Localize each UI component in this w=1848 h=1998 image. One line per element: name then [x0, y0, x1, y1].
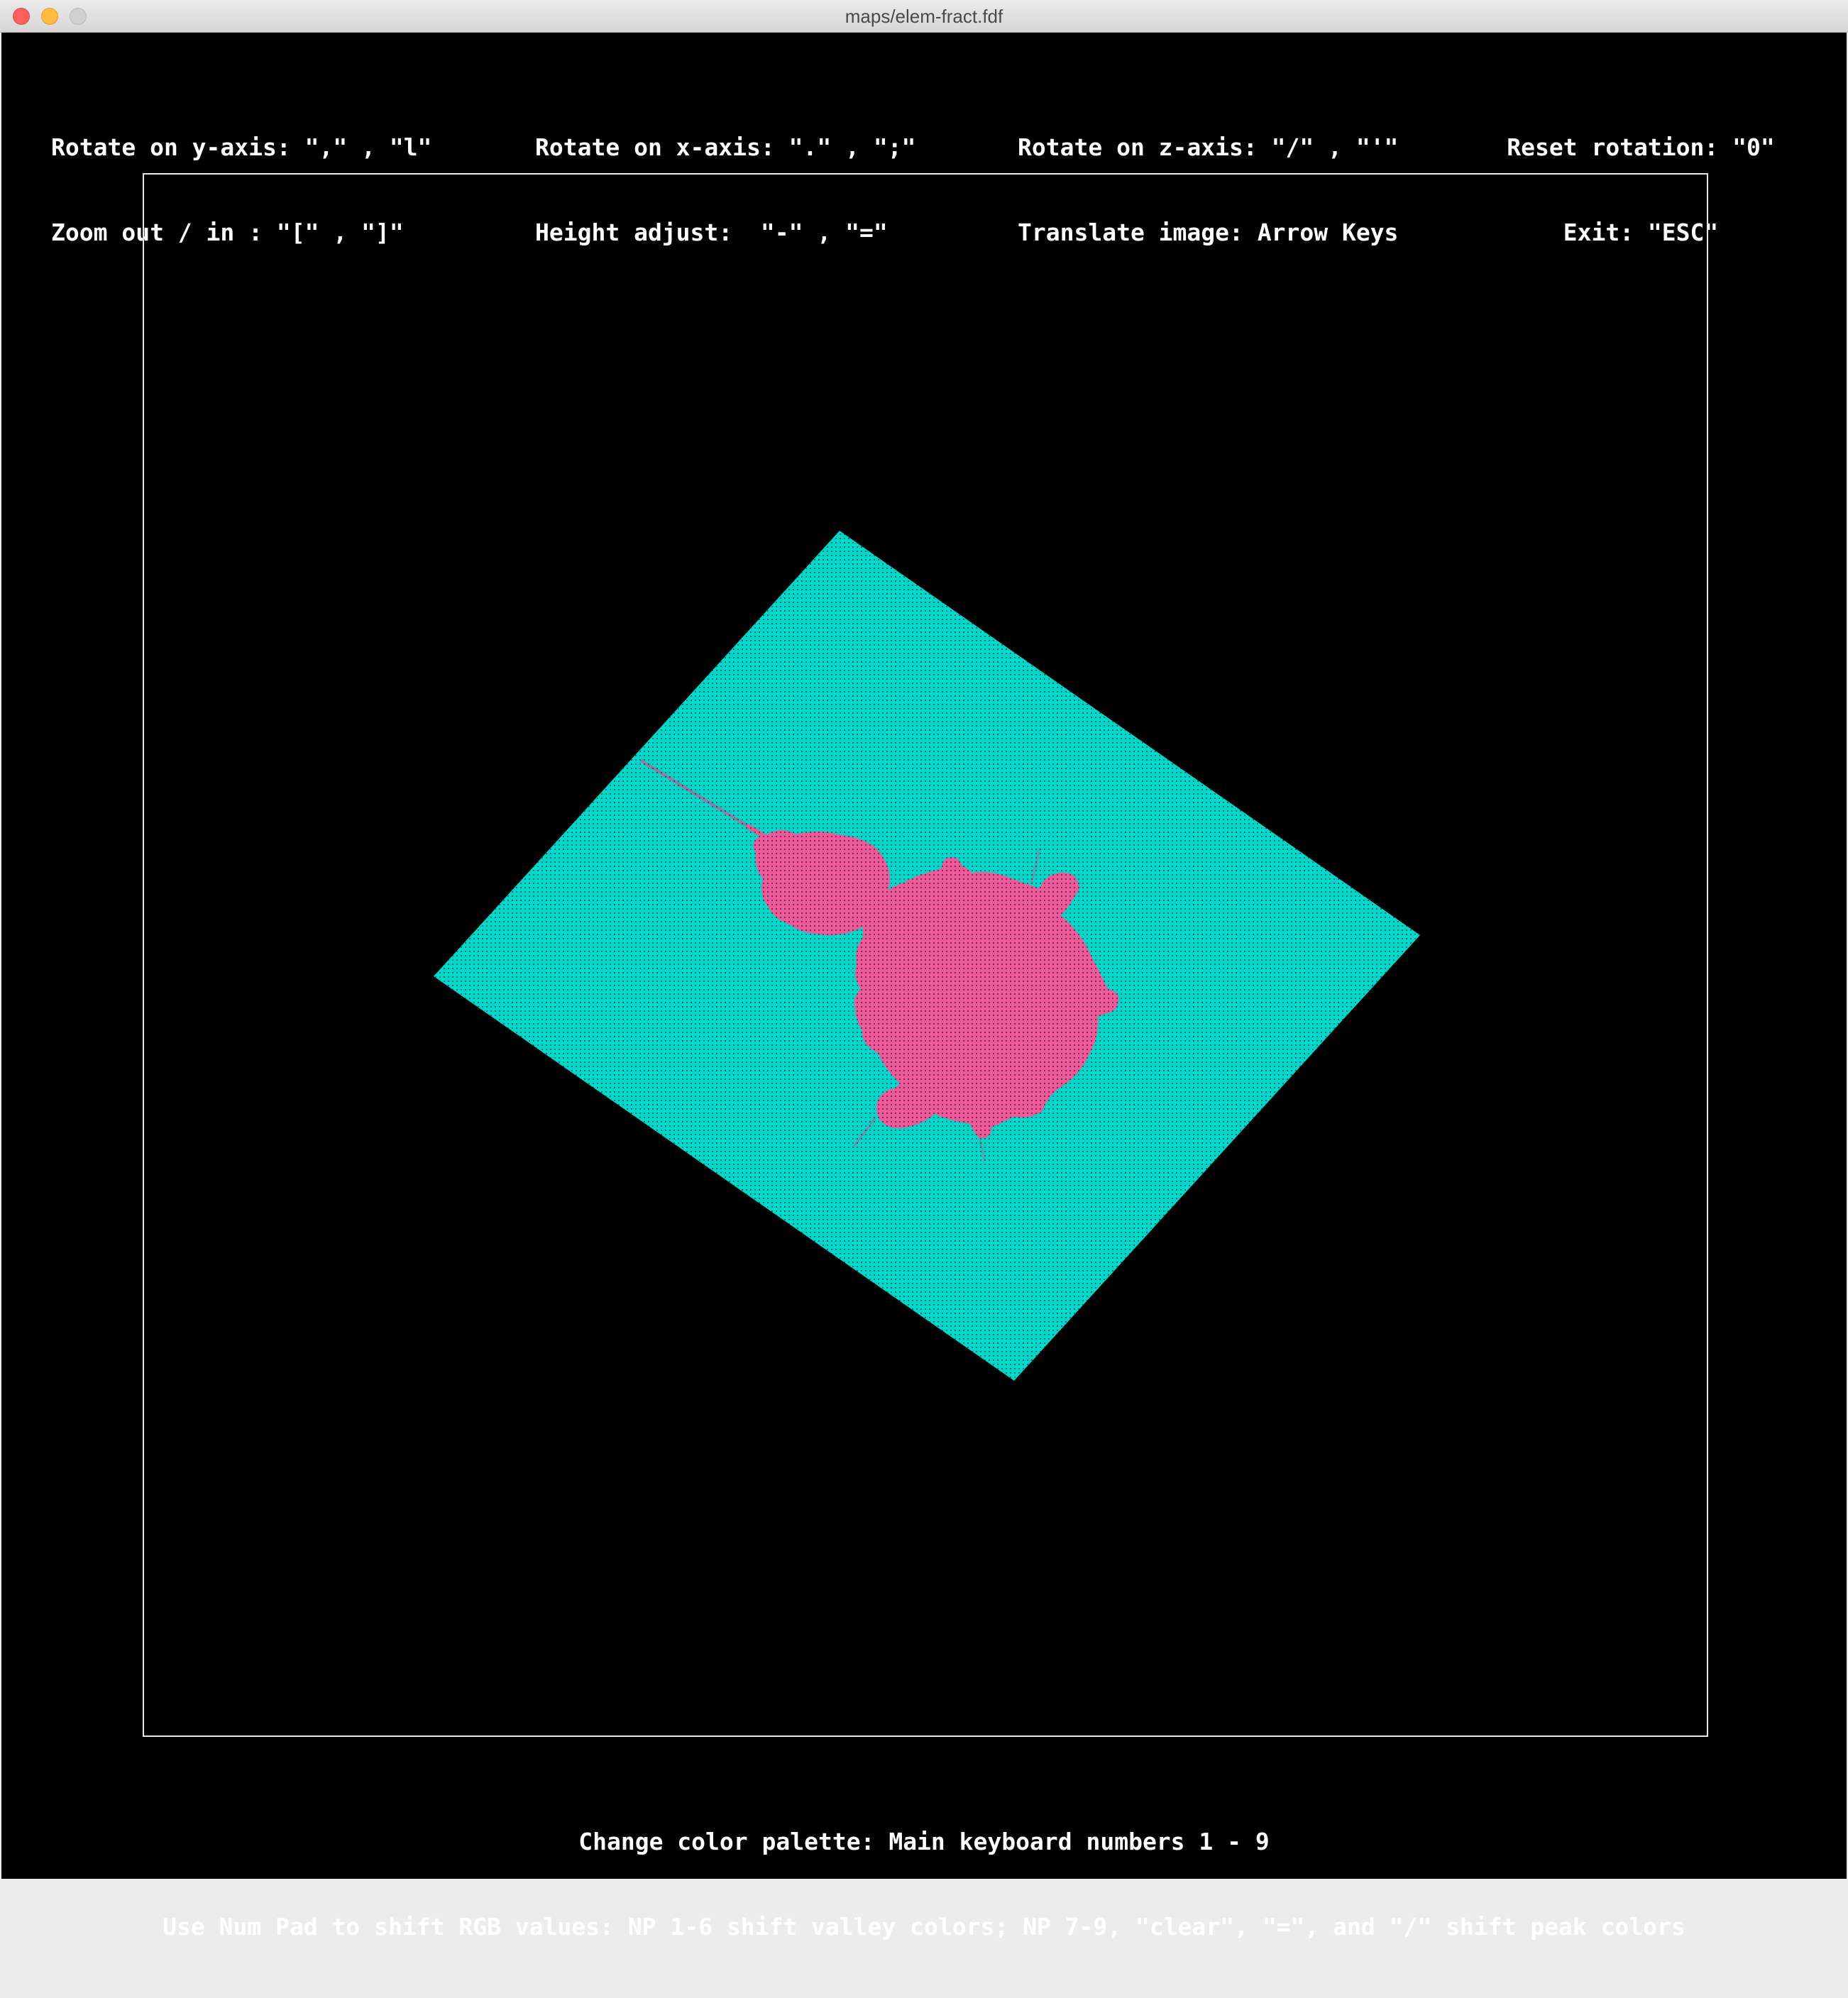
help-numpad-rgb: Use Num Pad to shift RGB values: NP 1-6 …: [163, 1913, 1685, 1941]
help-reset-rotation: Reset rotation: "0": [1507, 133, 1775, 161]
help-bottom: Change color palette: Main keyboard numb…: [1, 1771, 1847, 1998]
help-rotate-y: Rotate on y-axis: "," , "l": [51, 133, 432, 161]
window-titlebar: maps/elem-fract.fdf: [0, 0, 1848, 33]
window-title: maps/elem-fract.fdf: [845, 6, 1003, 27]
render-canvas[interactable]: Rotate on y-axis: "," , "l" Zoom out / i…: [1, 33, 1847, 1941]
render-viewport: [143, 173, 1708, 1737]
help-rotate-x: Rotate on x-axis: "." , ";": [535, 133, 916, 161]
help-rotate-z: Rotate on z-axis: "/" , "'": [1018, 133, 1399, 161]
mandelbrot-set: [434, 531, 1420, 1381]
fractal-render: [434, 531, 1420, 1381]
help-color-palette: Change color palette: Main keyboard numb…: [578, 1828, 1270, 1855]
